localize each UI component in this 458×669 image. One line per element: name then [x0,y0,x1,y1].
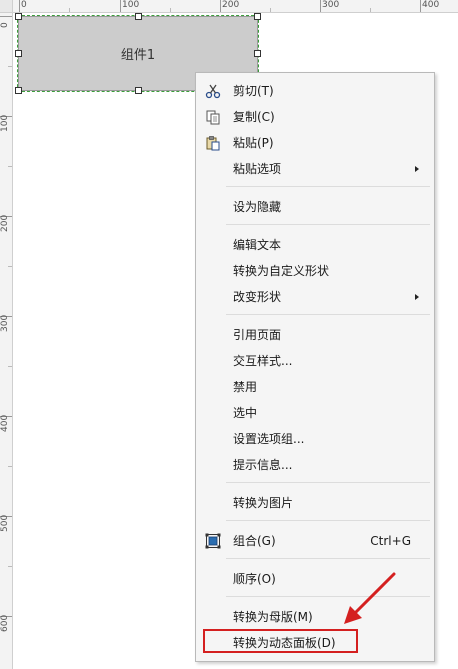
menu-separator [226,520,430,521]
menu-item-label: 设为隐藏 [233,200,282,214]
menu-item-edit-text[interactable]: 编辑文本 [197,232,433,258]
paste-icon [206,136,220,151]
menu-separator [226,186,430,187]
ruler-corner [0,0,13,13]
red-arrow-icon [344,572,396,624]
ruler-label-v100: 100 [0,114,10,132]
ruler-label-200: 200 [222,0,240,10]
ruler-label-100: 100 [122,0,140,10]
menu-item-label: 禁用 [233,380,258,394]
menu-item-cut[interactable]: 剪切(T) [197,78,433,104]
widget-label: 组件1 [120,48,156,63]
ruler-minor-tick [170,8,171,12]
ruler-minor-tick [370,8,371,12]
ruler-label-v300: 300 [0,314,10,332]
menu-item-group[interactable]: 组合(G) Ctrl+G [197,528,433,554]
resize-handle-top[interactable] [135,13,142,20]
menu-item-label: 粘贴选项 [233,162,282,176]
ruler-minor-tick [8,266,12,267]
ruler-label-300: 300 [322,0,340,10]
menu-item-tooltip[interactable]: 提示信息... [197,452,433,478]
ruler-label-v500: 500 [0,514,10,532]
menu-item-label: 选中 [233,406,258,420]
scissors-icon [205,84,221,99]
menu-item-label: 设置选项组... [233,432,305,446]
ruler-tick [0,16,12,17]
menu-item-shortcut: Ctrl+G [370,534,411,548]
ruler-tick [19,0,20,12]
menu-item-label: 复制(C) [233,110,275,124]
menu-item-label: 提示信息... [233,458,293,472]
ruler-tick [420,0,421,12]
group-icon [205,533,221,549]
menu-item-convert-custom-shape[interactable]: 转换为自定义形状 [197,258,433,284]
resize-handle-top-right[interactable] [254,13,261,20]
ruler-label-v400: 400 [0,414,10,432]
menu-item-paste-options[interactable]: 粘贴选项 [197,156,433,182]
menu-item-label: 转换为母版(M) [233,610,313,624]
vertical-ruler: 0 100 200 300 400 500 600 [0,0,13,669]
ruler-label-v200: 200 [0,214,10,232]
menu-item-copy[interactable]: 复制(C) [197,104,433,130]
ruler-minor-tick [8,366,12,367]
ruler-minor-tick [8,166,12,167]
ruler-label-400: 400 [422,0,440,10]
copy-icon [206,110,220,125]
ruler-minor-tick [270,8,271,12]
resize-handle-right[interactable] [254,50,261,57]
ruler-minor-tick [8,66,12,67]
resize-handle-left[interactable] [15,50,22,57]
ruler-tick [320,0,321,12]
menu-item-label: 编辑文本 [233,238,282,252]
ruler-tick [120,0,121,12]
menu-item-paste[interactable]: 粘贴(P) [197,130,433,156]
resize-handle-bottom-left[interactable] [15,87,22,94]
menu-item-label: 交互样式... [233,354,293,368]
ruler-label-v0: 0 [0,22,10,28]
resize-handle-bottom[interactable] [135,87,142,94]
submenu-arrow-icon [415,166,419,172]
highlight-annotation-box [203,629,358,653]
menu-item-disable[interactable]: 禁用 [197,374,433,400]
menu-item-change-shape[interactable]: 改变形状 [197,284,433,310]
menu-item-label: 转换为自定义形状 [233,264,330,278]
menu-item-set-option-group[interactable]: 设置选项组... [197,426,433,452]
menu-item-label: 粘贴(P) [233,136,274,150]
resize-handle-top-left[interactable] [15,13,22,20]
menu-separator [226,314,430,315]
menu-item-label: 剪切(T) [233,84,274,98]
ruler-label-v600: 600 [0,614,10,632]
menu-item-convert-image[interactable]: 转换为图片 [197,490,433,516]
ruler-label-0: 0 [21,0,27,10]
ruler-minor-tick [8,466,12,467]
ruler-tick [220,0,221,12]
ruler-minor-tick [69,8,70,12]
menu-item-interaction-styles[interactable]: 交互样式... [197,348,433,374]
menu-item-label: 转换为图片 [233,496,294,510]
menu-item-reference-page[interactable]: 引用页面 [197,322,433,348]
submenu-arrow-icon [415,294,419,300]
menu-item-label: 顺序(O) [233,572,276,586]
menu-item-set-hidden[interactable]: 设为隐藏 [197,194,433,220]
menu-item-label: 引用页面 [233,328,282,342]
menu-separator [226,558,430,559]
ruler-minor-tick [8,566,12,567]
menu-item-label: 组合(G) [233,534,276,548]
menu-item-selected[interactable]: 选中 [197,400,433,426]
menu-separator [226,482,430,483]
menu-separator [226,224,430,225]
horizontal-ruler: 0 100 200 300 400 [0,0,458,13]
menu-item-label: 改变形状 [233,290,282,304]
